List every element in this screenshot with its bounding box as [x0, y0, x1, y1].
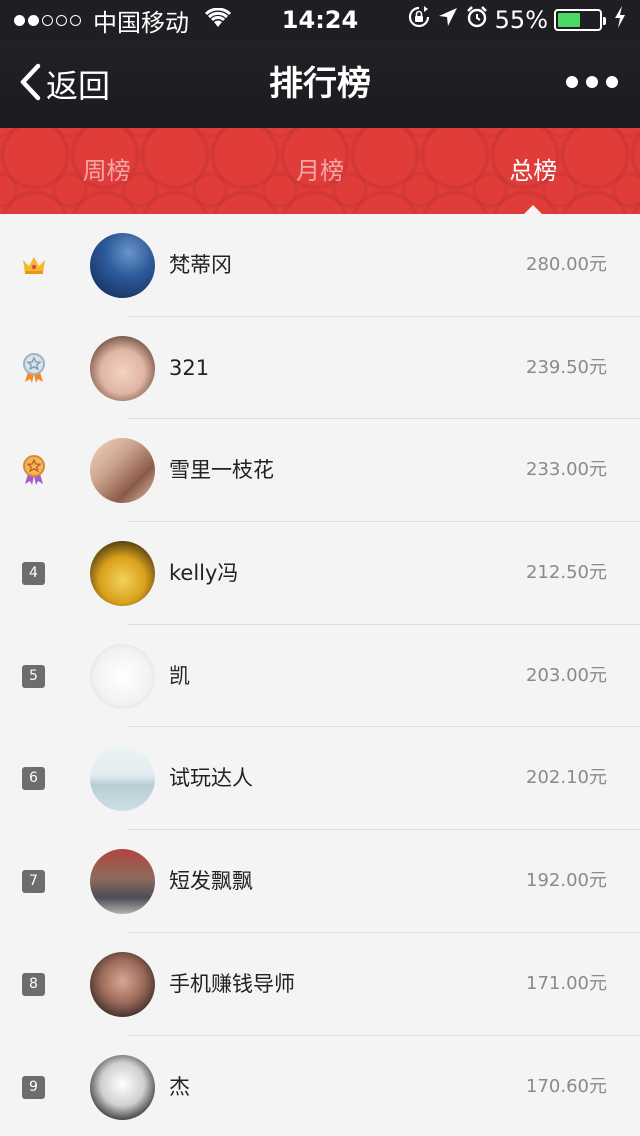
back-button[interactable]: 返回 — [18, 40, 110, 128]
earnings-amount: 212.50元 — [526, 562, 607, 584]
earnings-amount: 239.50元 — [526, 356, 607, 378]
avatar — [90, 643, 155, 709]
user-name: 短发飘飘 — [169, 869, 253, 894]
bronze-medal-icon — [20, 455, 48, 486]
tab-overall[interactable]: 总榜 — [427, 128, 640, 214]
back-label: 返回 — [46, 67, 111, 105]
earnings-amount: 170.60元 — [526, 1075, 607, 1097]
signal-strength-icon — [14, 14, 81, 26]
user-name: 手机赚钱导师 — [169, 971, 295, 996]
avatar — [90, 951, 155, 1017]
user-name: 杰 — [169, 1074, 190, 1099]
tab-label: 总榜 — [509, 157, 558, 185]
more-dot — [586, 76, 598, 88]
rotation-lock-icon — [407, 5, 431, 35]
ranking-tabs: 周榜 月榜 总榜 — [0, 128, 640, 214]
carrier-name: 中国移动 — [93, 8, 189, 37]
rank-number-badge: 6 — [22, 767, 45, 791]
ranking-row-7[interactable]: 7 短发飘飘 192.00元 — [0, 830, 640, 933]
rank-number-badge: 7 — [22, 870, 45, 894]
tab-monthly[interactable]: 月榜 — [213, 128, 426, 214]
nav-bar: 返回 排行榜 — [0, 40, 640, 128]
battery-icon — [554, 9, 606, 31]
silver-medal-icon — [20, 352, 48, 383]
user-name: 321 — [169, 355, 210, 380]
active-tab-indicator — [524, 205, 543, 214]
wifi-icon — [204, 6, 232, 34]
tab-weekly[interactable]: 周榜 — [0, 128, 213, 214]
avatar — [90, 233, 155, 298]
earnings-amount: 280.00元 — [526, 254, 607, 275]
more-dot — [606, 76, 618, 88]
avatar — [90, 746, 155, 812]
rank-number-badge: 9 — [22, 1075, 45, 1099]
tab-label: 周榜 — [82, 157, 131, 185]
chevron-left-icon — [18, 62, 42, 106]
ranking-row-3[interactable]: 雪里一枝花 233.00元 — [0, 419, 640, 523]
earnings-amount: 203.00元 — [526, 664, 607, 686]
user-name: 雪里一枝花 — [169, 458, 274, 483]
avatar — [90, 335, 155, 401]
user-name: 梵蒂冈 — [169, 253, 232, 277]
ranking-row-6[interactable]: 6 试玩达人 202.10元 — [0, 727, 640, 831]
tab-label: 月榜 — [295, 157, 344, 185]
status-right: 55% — [407, 5, 626, 35]
more-options-button[interactable] — [566, 76, 618, 88]
status-bar: 中国移动 14:24 55% — [0, 0, 640, 40]
avatar — [90, 849, 155, 915]
user-name: 凯 — [169, 663, 190, 688]
earnings-amount: 233.00元 — [526, 459, 607, 481]
earnings-amount: 171.00元 — [526, 972, 607, 994]
avatar — [90, 1054, 155, 1120]
battery-level — [558, 13, 580, 27]
ranking-list: 梵蒂冈 280.00元 321 239.50元 雪里一枝花 233.00元 4 … — [0, 214, 640, 1136]
crown-icon — [20, 250, 48, 280]
earnings-amount: 192.00元 — [526, 870, 607, 892]
battery-percent: 55% — [494, 6, 548, 34]
earnings-amount: 202.10元 — [526, 767, 607, 789]
rank-number-badge: 8 — [22, 972, 45, 996]
ranking-row-9[interactable]: 9 杰 170.60元 — [0, 1036, 640, 1136]
ranking-row-2[interactable]: 321 239.50元 — [0, 317, 640, 420]
rank-number-badge: 4 — [22, 562, 45, 586]
ranking-row-5[interactable]: 5 凯 203.00元 — [0, 625, 640, 728]
avatar — [90, 438, 155, 504]
ranking-row-1[interactable]: 梵蒂冈 280.00元 — [0, 214, 640, 317]
alarm-clock-icon — [465, 5, 489, 35]
charging-bolt-icon — [614, 6, 626, 34]
location-arrow-icon — [437, 6, 459, 34]
avatar — [90, 541, 155, 607]
user-name: 试玩达人 — [169, 766, 253, 791]
more-dot — [566, 76, 578, 88]
ranking-row-8[interactable]: 8 手机赚钱导师 171.00元 — [0, 933, 640, 1036]
rank-number-badge: 5 — [22, 664, 45, 688]
status-left: 中国移动 — [14, 3, 232, 38]
user-name: kelly冯 — [169, 561, 239, 586]
ranking-row-4[interactable]: 4 kelly冯 212.50元 — [0, 522, 640, 625]
